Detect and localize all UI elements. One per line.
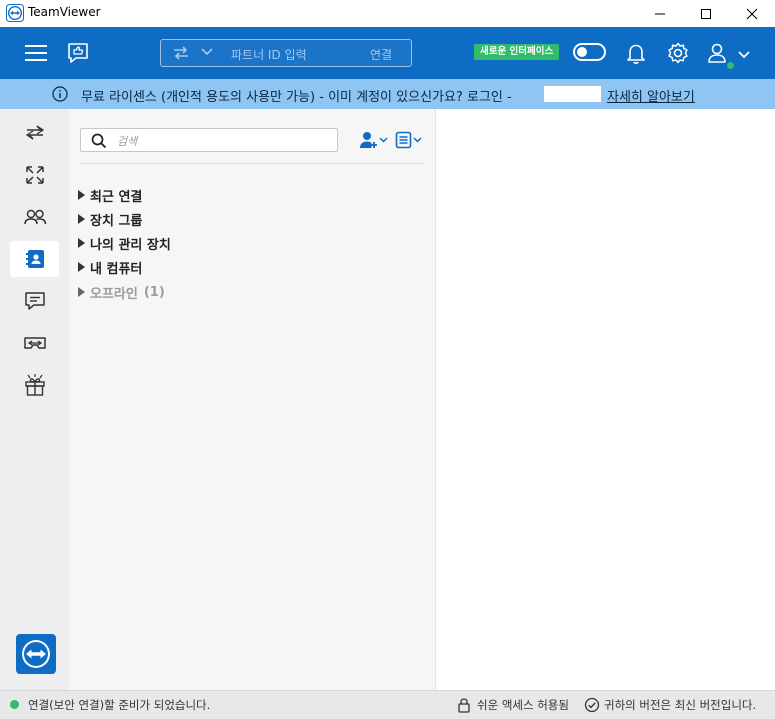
computers-contacts-pane: 검색 최근 연결 장치 그룹 나의 관리 장치 내 컴퓨터 오프라인 (1) (69, 109, 435, 690)
nav-contacts[interactable] (10, 199, 59, 235)
remote-control-icon (25, 125, 44, 140)
feedback-icon[interactable] (66, 41, 90, 65)
status-bar: 연결(보안 연결)할 준비가 되었습니다. 쉬운 액세스 허용됨 귀하의 버전은… (0, 690, 775, 719)
search-placeholder: 검색 (117, 135, 138, 148)
group-label: 오프라인 (90, 286, 138, 302)
expand-arrow-icon (78, 214, 85, 224)
group-managed-devices[interactable]: 나의 관리 장치 (78, 234, 171, 253)
connection-arrows-icon (174, 46, 188, 60)
title-bar: TeamViewer (0, 0, 775, 27)
lock-icon (458, 698, 470, 713)
learn-more-link[interactable]: 자세히 알아보기 (607, 86, 695, 105)
version-status-text: 귀하의 버전은 최신 버전입니다. (604, 698, 757, 712)
info-icon (52, 86, 68, 102)
partner-id-field[interactable]: 파트너 ID 입력 연결 (160, 39, 412, 67)
chevron-down-icon[interactable] (201, 47, 213, 57)
license-banner-text: 무료 라이센스 (개인적 용도의 사용만 가능) - 이미 계정이 있으신가요?… (81, 90, 512, 105)
new-ui-toggle[interactable] (573, 43, 606, 61)
teamviewer-logo-icon (6, 4, 24, 22)
gear-icon[interactable] (666, 41, 690, 65)
minimize-button[interactable] (637, 0, 683, 27)
group-offline[interactable]: 오프라인 (1) (78, 283, 165, 302)
nav-remote-control[interactable] (10, 114, 59, 150)
connection-status-text: 연결(보안 연결)할 준비가 되었습니다. (28, 698, 211, 712)
teamviewer-logo[interactable] (16, 634, 56, 674)
close-icon (746, 8, 758, 19)
window-title: TeamViewer (28, 5, 101, 19)
minimize-icon (655, 13, 665, 14)
ready-status-dot (10, 700, 19, 709)
gift-icon (24, 374, 45, 396)
augmented-reality-icon (23, 337, 46, 349)
bell-icon[interactable] (625, 41, 647, 65)
group-label: 내 컴퓨터 (90, 261, 143, 277)
connect-button[interactable]: 연결 (370, 46, 392, 63)
partner-id-placeholder: 파트너 ID 입력 (231, 48, 307, 62)
expand-arrow-icon (78, 238, 85, 248)
chevron-down-icon[interactable] (738, 50, 750, 60)
toggle-knob (577, 47, 587, 57)
add-contact-icon[interactable] (358, 131, 390, 149)
nav-chat[interactable] (10, 283, 59, 319)
group-device-groups[interactable]: 장치 그룹 (78, 210, 143, 229)
nav-meeting[interactable] (10, 157, 59, 193)
list-view-icon[interactable] (395, 131, 425, 149)
maximize-button[interactable] (683, 0, 729, 27)
nav-gift[interactable] (10, 367, 59, 403)
easy-access-text: 쉬운 액세스 허용됨 (477, 698, 569, 712)
license-banner: 무료 라이센스 (개인적 용도의 사용만 가능) - 이미 계정이 있으신가요?… (0, 79, 775, 109)
nav-computers-contacts[interactable] (10, 241, 59, 277)
expand-arrow-icon (78, 262, 85, 272)
online-status-dot (726, 61, 735, 70)
expand-arrow-icon (78, 190, 85, 200)
search-input[interactable]: 검색 (80, 128, 338, 152)
close-button[interactable] (729, 0, 775, 27)
computers-contacts-icon (25, 250, 44, 268)
hamburger-menu-icon[interactable] (24, 43, 48, 63)
search-divider (80, 163, 424, 164)
main-toolbar: 파트너 ID 입력 연결 새로운 인터페이스 (0, 27, 775, 79)
group-label: 나의 관리 장치 (90, 237, 171, 253)
left-navigation (0, 109, 69, 690)
teamviewer-logo-icon (22, 640, 50, 668)
expand-arrow-icon (78, 287, 85, 297)
chat-icon (24, 292, 45, 310)
nav-augmented-reality[interactable] (10, 325, 59, 361)
search-icon (91, 133, 107, 149)
redacted-login-link[interactable] (544, 86, 601, 102)
detail-pane (436, 109, 775, 690)
meeting-expand-icon (25, 166, 44, 184)
maximize-icon (701, 8, 711, 19)
group-recent-connections[interactable]: 최근 연결 (78, 186, 143, 205)
group-label: 최근 연결 (90, 189, 143, 205)
contacts-people-icon (23, 209, 46, 225)
group-count: (1) (143, 284, 165, 300)
new-ui-badge: 새로운 인터페이스 (474, 44, 560, 60)
group-my-computers[interactable]: 내 컴퓨터 (78, 258, 143, 277)
check-circle-icon (584, 697, 600, 713)
group-label: 장치 그룹 (90, 213, 143, 229)
